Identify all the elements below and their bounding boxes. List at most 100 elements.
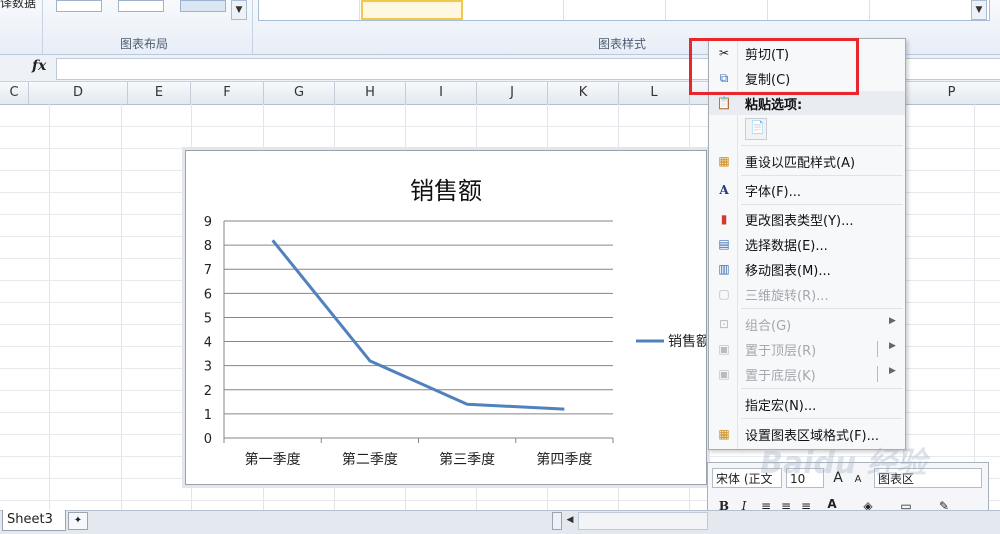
column-header-D[interactable]: D [29, 82, 128, 104]
horizontal-scrollbar[interactable] [578, 512, 708, 530]
sheet-tab-bar [0, 510, 1000, 534]
series-line [271, 239, 565, 411]
menu-item-bring-to-front: ▣ 置于顶层(R) ▶ [709, 337, 905, 361]
column-header-E[interactable]: E [128, 82, 191, 104]
scroll-left-icon[interactable]: ◀ [563, 512, 577, 528]
menu-item-label: 置于顶层(R) [745, 344, 817, 359]
column-header-C[interactable]: C [0, 82, 29, 104]
column-header-I[interactable]: I [406, 82, 477, 104]
menu-separator [741, 418, 903, 419]
chart-styles-more-button[interactable]: ▼ [971, 0, 987, 20]
menu-item-label: 选择数据(E)... [745, 239, 828, 254]
ribbon-separator [42, 0, 43, 54]
chart-style-option[interactable] [667, 0, 768, 20]
watermark: Baidu 经验 [760, 446, 927, 481]
chart-layout-thumbnail[interactable] [118, 0, 164, 12]
chart-style-option[interactable] [871, 0, 972, 20]
menu-item-label: 指定宏(N)... [745, 399, 817, 414]
split-divider [877, 341, 878, 357]
split-divider [877, 366, 878, 382]
chart-layout-thumbnail[interactable] [56, 0, 102, 12]
sheet-tab[interactable]: Sheet3 [2, 510, 66, 531]
menu-item-group: ⊡ 组合(G) ▶ [709, 312, 905, 336]
chart-style-option[interactable] [769, 0, 870, 20]
grid-line [974, 104, 975, 510]
column-header-G[interactable]: G [264, 82, 335, 104]
group-icon: ⊡ [718, 317, 730, 331]
annotation-highlight-box [689, 38, 859, 95]
send-to-back-icon: ▣ [718, 367, 730, 381]
submenu-arrow-icon: ▶ [889, 316, 896, 326]
chart-plot[interactable]: 0 1 2 3 4 5 6 7 8 9 第一季度 第二季度 第三季度 第四季度 销售额 [186, 151, 706, 484]
context-menu: ✂ 剪切(T) ⧉ 复制(C) 📋 粘贴选项: 📄 ▦ 重设以匹配样式(A) A… [708, 38, 906, 450]
menu-item-move-chart[interactable]: ▥ 移动图表(M)... [709, 257, 905, 281]
column-header-P[interactable]: P [903, 82, 1000, 104]
column-header-L[interactable]: L [619, 82, 690, 104]
menu-item-font[interactable]: A 字体(F)... [709, 178, 905, 202]
chart-style-option[interactable] [259, 0, 360, 20]
menu-item-label: 置于底层(K) [745, 369, 816, 384]
y-tick-label: 2 [204, 384, 212, 399]
y-tick-label: 1 [204, 408, 212, 423]
chart-layout-thumbnail[interactable] [180, 0, 226, 12]
grid-line [121, 104, 122, 510]
select-data-icon: ▤ [718, 237, 730, 251]
chart-layout-more-button[interactable]: ▼ [231, 0, 247, 20]
menu-item-label: 更改图表类型(Y)... [745, 214, 854, 229]
rotation-3d-icon: ▢ [718, 287, 730, 301]
menu-item-label: 字体(F)... [745, 185, 802, 200]
chart-style-option-selected[interactable] [361, 0, 463, 20]
y-tick-label: 9 [204, 215, 212, 230]
menu-item-select-data[interactable]: ▤ 选择数据(E)... [709, 232, 905, 256]
y-tick-label: 4 [204, 336, 212, 351]
y-tick-label: 7 [204, 263, 212, 278]
menu-item-change-chart-type[interactable]: ▮ 更改图表类型(Y)... [709, 207, 905, 231]
clipboard-icon: 📄 [750, 120, 765, 134]
menu-separator [741, 145, 903, 146]
menu-separator [741, 388, 903, 389]
legend-entry: 销售额 [668, 334, 706, 350]
insert-function-button[interactable]: fx [32, 58, 54, 78]
reset-style-icon: ▦ [718, 154, 730, 168]
chart-styles-gallery[interactable] [258, 0, 990, 21]
select-data-button-fragment[interactable]: 译数据 [0, 0, 36, 11]
menu-item-label: 移动图表(M)... [745, 264, 831, 279]
submenu-arrow-icon: ▶ [889, 366, 896, 376]
menu-header-label: 粘贴选项: [745, 98, 803, 113]
insert-sheet-icon[interactable]: ✦ [68, 512, 88, 530]
x-tick-label: 第四季度 [536, 451, 592, 468]
y-tick-label: 8 [204, 239, 212, 254]
bar-chart-icon: ▮ [720, 212, 728, 226]
format-chart-area-icon: ▦ [718, 427, 730, 441]
tab-split-handle[interactable] [552, 512, 562, 530]
menu-separator [741, 175, 903, 176]
column-header-K[interactable]: K [548, 82, 619, 104]
column-header-J[interactable]: J [477, 82, 548, 104]
menu-item-3d-rotation: ▢ 三维旋转(R)... [709, 282, 905, 306]
move-chart-icon: ▥ [718, 262, 730, 276]
ribbon-separator [252, 0, 253, 54]
chart-style-option[interactable] [463, 0, 564, 20]
paste-option-button[interactable]: 📄 [745, 118, 767, 140]
menu-item-label: 重设以匹配样式(A) [745, 156, 856, 171]
menu-item-assign-macro[interactable]: 指定宏(N)... [709, 392, 905, 416]
x-tick-label: 第一季度 [245, 451, 301, 468]
group-label-chart-layout: 图表布局 [120, 37, 169, 51]
y-tick-label: 3 [204, 360, 212, 375]
menu-separator [741, 308, 903, 309]
column-header-F[interactable]: F [191, 82, 264, 104]
font-icon: A [719, 183, 729, 197]
menu-item-label: 组合(G) [745, 319, 792, 334]
column-header-H[interactable]: H [335, 82, 406, 104]
y-tick-label: 6 [204, 287, 212, 302]
chart-style-option[interactable] [565, 0, 666, 20]
submenu-arrow-icon: ▶ [889, 341, 896, 351]
x-tick-label: 第三季度 [439, 451, 495, 468]
menu-item-send-to-back: ▣ 置于底层(K) ▶ [709, 362, 905, 386]
menu-item-label: 三维旋转(R)... [745, 289, 829, 304]
menu-separator [741, 204, 903, 205]
chart-area[interactable]: 销售额 0 1 2 3 4 5 6 7 8 9 第一季度 第二季度 第三季度 第四季度 销售额 [185, 150, 707, 485]
menu-item-reset-style[interactable]: ▦ 重设以匹配样式(A) [709, 149, 905, 173]
x-tick-label: 第二季度 [342, 451, 398, 468]
group-label-chart-styles: 图表样式 [598, 37, 647, 51]
